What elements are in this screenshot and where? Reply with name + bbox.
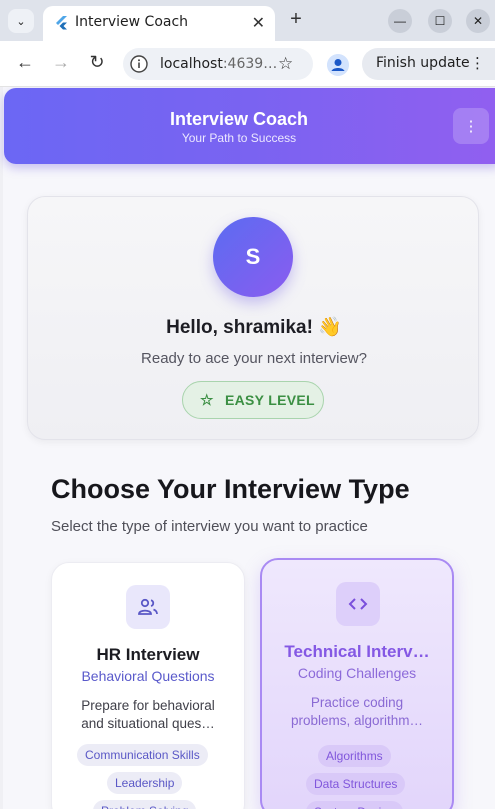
card-description: Prepare for behavioral and situational q… bbox=[72, 697, 224, 733]
tab-search-button[interactable]: ⌄ bbox=[8, 9, 34, 33]
maximize-button[interactable]: ☐ bbox=[428, 9, 452, 33]
tag-chip: Leadership bbox=[107, 772, 183, 794]
level-label: EASY LEVEL bbox=[225, 392, 315, 408]
app-header: Interview Coach Your Path to Success ⋮ bbox=[4, 88, 495, 164]
description-line: Prepare for behavioral bbox=[81, 698, 215, 713]
browser-toolbar: ← → ↻ localhost:4639… ☆ Finish update ⋮ bbox=[0, 41, 495, 87]
description-line: and situational ques… bbox=[81, 716, 215, 731]
card-title: Technical Interv… bbox=[284, 642, 430, 661]
people-icon-svg bbox=[138, 598, 158, 615]
star-icon: ☆ bbox=[200, 392, 214, 409]
prompt-text: Ready to ace your next interview? bbox=[141, 350, 367, 367]
divider bbox=[0, 87, 3, 809]
greeting: Hello, shramika! 👋 bbox=[166, 317, 342, 338]
new-tab-button[interactable]: + bbox=[285, 8, 307, 31]
avatar: S bbox=[213, 217, 293, 297]
flutter-logo-icon bbox=[56, 16, 67, 30]
bookmark-star-icon[interactable]: ☆ bbox=[278, 54, 293, 74]
more-vertical-icon[interactable]: ⋮ bbox=[470, 54, 485, 72]
site-info-icon[interactable] bbox=[130, 55, 148, 73]
tag-chip: Data Structures bbox=[306, 773, 406, 795]
card-subtitle: Coding Challenges bbox=[297, 665, 417, 681]
app-menu-button[interactable]: ⋮ bbox=[453, 108, 489, 144]
card-title: HR Interview bbox=[96, 645, 200, 664]
technical-interview-card[interactable]: Technical Interv… Coding Challenges Prac… bbox=[260, 558, 454, 809]
finish-update-label: Finish update bbox=[376, 55, 470, 71]
url-text: localhost:4639… bbox=[160, 56, 277, 72]
url-port: :4639… bbox=[222, 56, 278, 72]
back-arrow-icon[interactable]: ← bbox=[14, 52, 36, 73]
tag-chip: Communication Skills bbox=[77, 744, 208, 766]
chevron-down-icon: ⌄ bbox=[16, 15, 26, 28]
section-subheading: Select the type of interview you want to… bbox=[51, 518, 368, 535]
minimize-icon: — bbox=[394, 14, 406, 28]
description-line: problems, algorithm… bbox=[290, 713, 424, 728]
browser-tab[interactable]: Interview Coach ✕ bbox=[43, 6, 275, 41]
profile-avatar-icon[interactable] bbox=[327, 54, 349, 76]
app-title: Interview Coach bbox=[169, 109, 309, 129]
profile-card: S Hello, shramika! 👋 Ready to ace your n… bbox=[27, 196, 479, 440]
forward-arrow-icon[interactable]: → bbox=[50, 52, 72, 73]
people-icon bbox=[126, 585, 170, 629]
more-vertical-icon: ⋮ bbox=[463, 118, 479, 135]
reload-icon[interactable]: ↻ bbox=[86, 52, 108, 73]
card-subtitle: Behavioral Questions bbox=[81, 668, 215, 684]
app-subtitle: Your Path to Success bbox=[181, 131, 297, 145]
hr-interview-card[interactable]: HR Interview Behavioral Questions Prepar… bbox=[51, 562, 245, 809]
code-icon bbox=[336, 582, 380, 626]
app-viewport: Interview Coach Your Path to Success ⋮ S… bbox=[0, 87, 495, 809]
code-icon-svg bbox=[348, 598, 368, 610]
minimize-button[interactable]: — bbox=[388, 9, 412, 33]
url-host: localhost bbox=[160, 56, 223, 72]
close-icon: ✕ bbox=[472, 14, 484, 28]
browser-tab-bar: ⌄ Interview Coach ✕ + — ☐ ✕ bbox=[0, 0, 495, 41]
description-line: Practice coding bbox=[310, 695, 404, 710]
level-badge: ☆ EASY LEVEL bbox=[182, 381, 324, 419]
close-tab-icon[interactable]: ✕ bbox=[252, 13, 265, 33]
tab-title: Interview Coach bbox=[75, 14, 189, 30]
tag-chip: Problem Solving bbox=[93, 800, 197, 809]
maximize-icon: ☐ bbox=[434, 14, 446, 28]
card-description: Practice coding problems, algorithm… bbox=[282, 694, 432, 730]
tag-chip: Algorithms bbox=[318, 745, 391, 767]
section-heading: Choose Your Interview Type bbox=[51, 474, 410, 504]
tag-chip: System Design bbox=[306, 801, 403, 809]
close-window-button[interactable]: ✕ bbox=[466, 9, 490, 33]
finish-update-button[interactable]: Finish update ⋮ bbox=[362, 48, 495, 80]
